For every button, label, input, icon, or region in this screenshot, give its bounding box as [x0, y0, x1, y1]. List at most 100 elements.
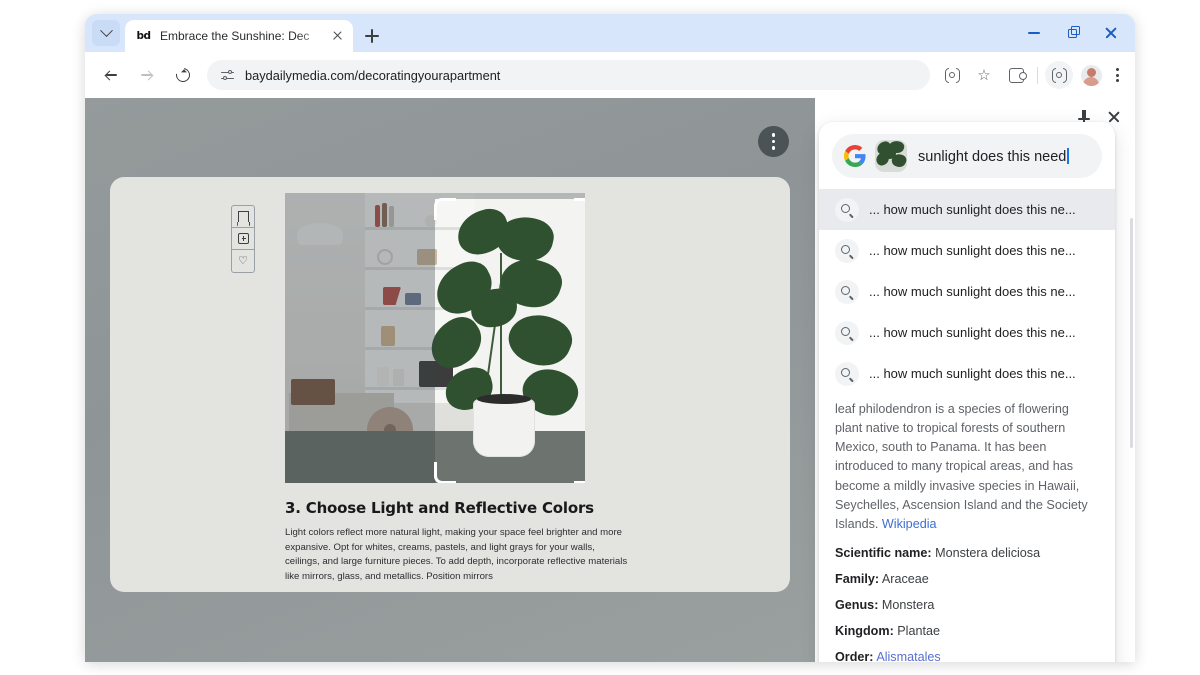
like-action[interactable]: ♡	[232, 250, 254, 272]
knowledge-panel: leaf philodendron is a species of flower…	[819, 398, 1115, 662]
lens-icon	[944, 67, 960, 83]
fact-value: Monstera	[881, 597, 935, 612]
page-overflow-menu-button[interactable]	[758, 126, 789, 157]
screen: bd Embrace the Sunshine: Dec baydailymed…	[0, 0, 1200, 675]
lamp	[297, 223, 343, 245]
new-tab-button[interactable]	[361, 25, 383, 47]
room-photo	[285, 193, 585, 483]
minimize-button[interactable]	[1015, 14, 1053, 52]
article-text-block: 3. Choose Light and Reflective Colors Li…	[285, 499, 630, 584]
close-icon	[1107, 110, 1121, 124]
article-hero-image	[285, 193, 585, 483]
bookmark-button[interactable]: ☆	[970, 61, 998, 89]
heart-icon: ♡	[238, 254, 248, 267]
address-bar-url: baydailymedia.com/decoratingyourapartmen…	[245, 67, 501, 83]
selection-corner-br[interactable]	[574, 462, 585, 483]
browser-toolbar: baydailymedia.com/decoratingyourapartmen…	[85, 52, 1135, 98]
browser-tab[interactable]: bd Embrace the Sunshine: Dec	[125, 20, 353, 52]
content-area: ♡ 3. Choose Light and Reflective Colors …	[85, 98, 1135, 662]
site-settings-icon[interactable]	[219, 67, 235, 83]
fact-label: Order:	[835, 649, 874, 662]
fact-label: Family:	[835, 571, 880, 586]
suggestion-item[interactable]: ... how much sunlight does this ne...	[819, 271, 1115, 312]
fact-label: Genus:	[835, 597, 879, 612]
suggestion-item[interactable]: ... how much sunlight does this ne...	[819, 353, 1115, 394]
search-suggestions-list: ... how much sunlight does this ne... ..…	[819, 189, 1115, 398]
back-button[interactable]	[96, 60, 126, 90]
article-card: ♡ 3. Choose Light and Reflective Colors …	[110, 177, 790, 592]
window-controls	[1015, 14, 1129, 52]
star-icon: ☆	[977, 66, 991, 84]
browser-window: bd Embrace the Sunshine: Dec baydailymed…	[85, 14, 1135, 662]
bookmark-action[interactable]	[232, 206, 254, 228]
fact-value: Araceae	[881, 571, 929, 586]
fact-label: Kingdom:	[835, 623, 894, 638]
text-caret	[1067, 147, 1069, 164]
close-window-button[interactable]	[1091, 14, 1129, 52]
wikipedia-link[interactable]: Wikipedia	[882, 517, 937, 531]
chevron-down-icon	[99, 23, 113, 37]
toolbar-divider	[1037, 66, 1038, 84]
forward-arrow-icon	[141, 69, 154, 81]
fact-row: Scientific name: Monstera deliciosa	[835, 546, 1099, 560]
article-body: Light colors reflect more natural light,…	[285, 527, 628, 582]
tab-strip: bd Embrace the Sunshine: Dec	[85, 14, 1135, 52]
address-bar[interactable]: baydailymedia.com/decoratingyourapartmen…	[207, 60, 930, 90]
fact-value-link[interactable]: Alismatales	[876, 650, 940, 662]
tab-favicon: bd	[136, 30, 151, 42]
lens-results-card: sunlight does this need ... how much sun…	[819, 122, 1115, 662]
webpage-viewport[interactable]: ♡ 3. Choose Light and Reflective Colors …	[85, 98, 815, 662]
suggestion-label: ... how much sunlight does this ne...	[869, 284, 1076, 299]
avatar	[1080, 64, 1102, 86]
suggestion-label: ... how much sunlight does this ne...	[869, 243, 1076, 258]
reload-button[interactable]	[168, 60, 198, 90]
lens-selection-region[interactable]	[434, 198, 585, 483]
lens-search-button[interactable]	[938, 61, 966, 89]
tab-search-button[interactable]	[92, 20, 120, 46]
fact-row: Order: Alismatales	[835, 650, 1099, 662]
forward-button[interactable]	[132, 60, 162, 90]
puzzle-icon	[1008, 67, 1027, 83]
selection-corner-tl[interactable]	[434, 198, 456, 220]
suggestion-item[interactable]: ... how much sunlight does this ne...	[819, 189, 1115, 230]
search-box-container: sunlight does this need	[819, 122, 1115, 189]
bookmark-icon	[237, 211, 249, 222]
suggestion-item[interactable]: ... how much sunlight does this ne...	[819, 312, 1115, 353]
selection-corner-bl[interactable]	[434, 462, 456, 483]
extensions-button[interactable]	[1002, 61, 1030, 89]
fact-value: Plantae	[897, 623, 940, 638]
suggestion-label: ... how much sunlight does this ne...	[869, 325, 1076, 340]
tab-title: Embrace the Sunshine: Dec	[160, 29, 310, 43]
suggestion-item[interactable]: ... how much sunlight does this ne...	[819, 230, 1115, 271]
article-side-actions: ♡	[231, 205, 255, 273]
search-icon	[835, 197, 859, 222]
fact-row: Family: Araceae	[835, 572, 1099, 586]
search-input[interactable]: sunlight does this need	[832, 134, 1102, 178]
profile-button[interactable]	[1077, 61, 1105, 89]
selection-corner-tr[interactable]	[574, 198, 585, 220]
fact-row: Genus: Monstera	[835, 598, 1099, 612]
side-panel-scrollbar[interactable]	[1130, 218, 1133, 448]
search-icon	[835, 361, 859, 386]
search-icon	[835, 279, 859, 304]
search-icon	[835, 320, 859, 345]
restore-button[interactable]	[1053, 14, 1091, 52]
lens-active-button[interactable]	[1045, 61, 1073, 89]
search-query-text: sunlight does this need	[918, 147, 1069, 165]
search-icon	[835, 238, 859, 263]
back-arrow-icon	[104, 69, 117, 81]
fact-value: Monstera deliciosa	[935, 545, 1041, 560]
selection-thumbnail[interactable]	[875, 140, 907, 172]
lens-side-panel: sunlight does this need ... how much sun…	[815, 98, 1135, 662]
browser-menu-button[interactable]	[1107, 64, 1127, 86]
restore-icon-front	[1071, 26, 1080, 35]
reload-icon	[173, 65, 193, 85]
comment-action[interactable]	[232, 228, 254, 250]
comment-add-icon	[237, 233, 249, 244]
fact-row: Kingdom: Plantae	[835, 624, 1099, 638]
google-g-icon	[844, 145, 866, 167]
lens-icon	[1051, 67, 1067, 83]
suggestion-label: ... how much sunlight does this ne...	[869, 366, 1076, 381]
article-heading: 3. Choose Light and Reflective Colors	[285, 499, 594, 517]
tab-close-icon[interactable]	[329, 28, 345, 44]
